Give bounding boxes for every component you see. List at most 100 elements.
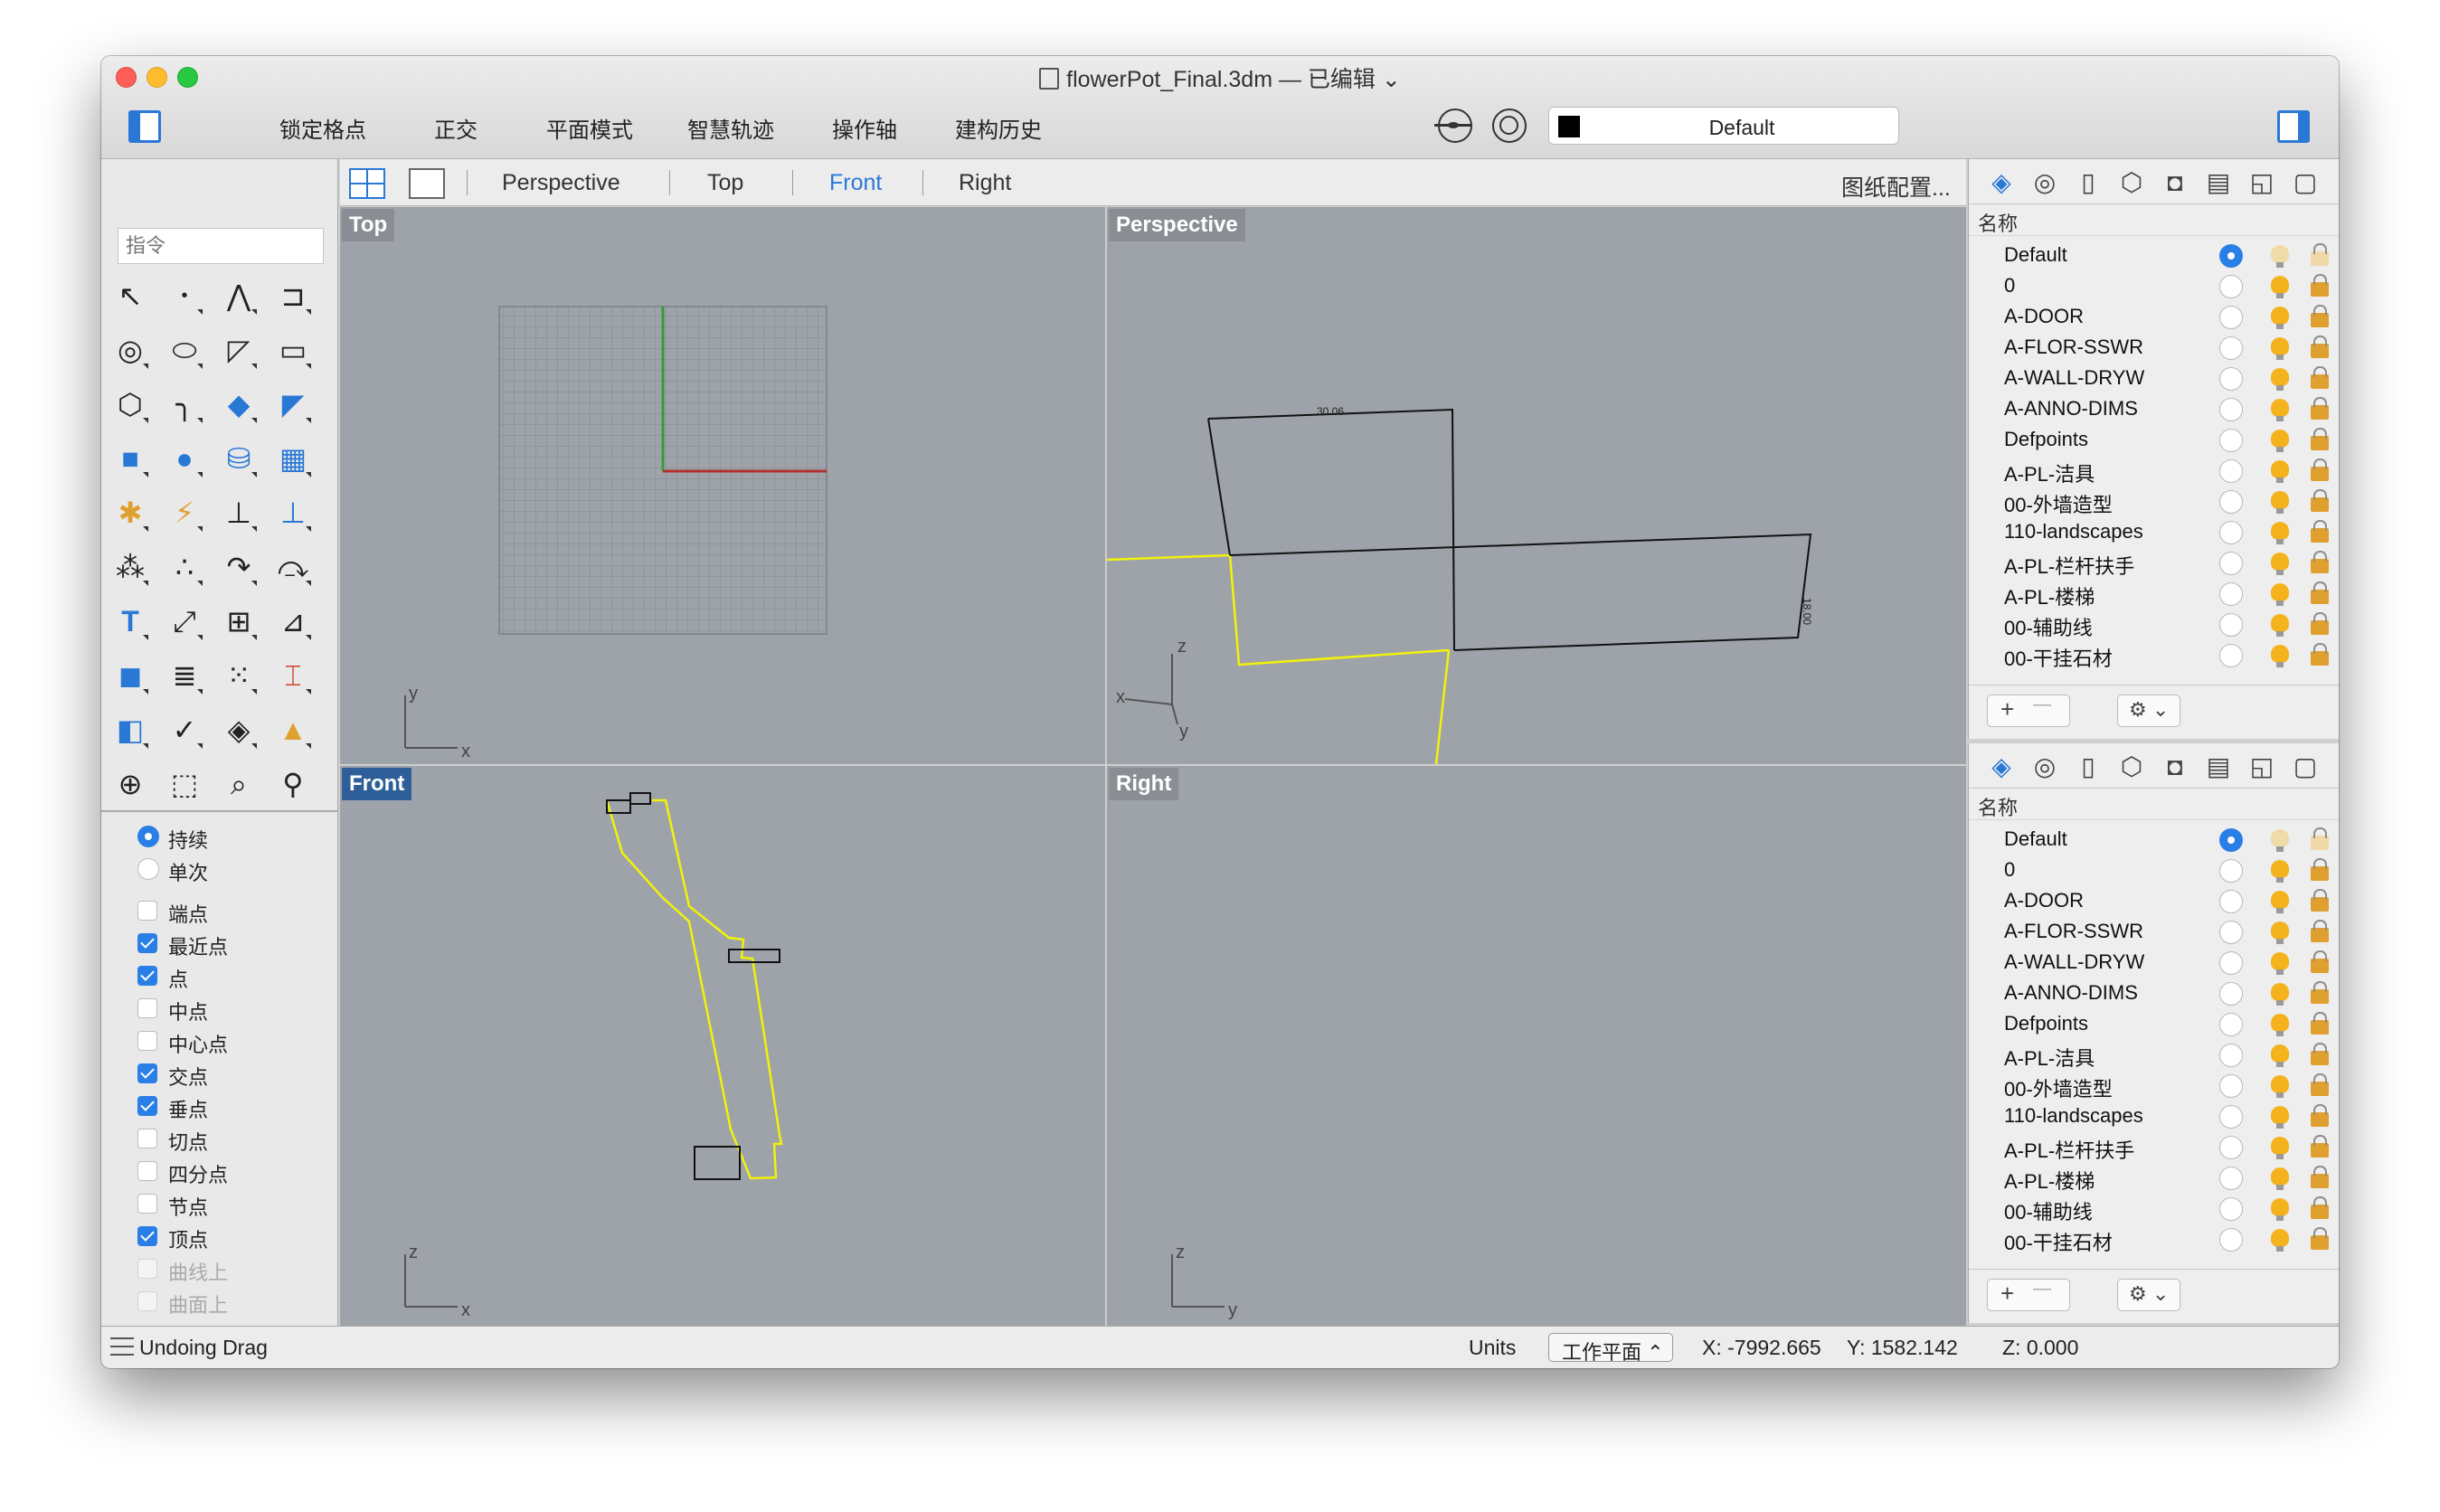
current-layer-radio[interactable]: [2219, 982, 2243, 1006]
sphere-tool-icon[interactable]: ●: [163, 438, 204, 479]
lock-icon[interactable]: [2311, 858, 2329, 881]
layer-row[interactable]: A-FLOR-SSWR: [1969, 333, 2339, 364]
visibility-bulb-icon[interactable]: [2271, 553, 2289, 575]
current-layer-radio[interactable]: [2219, 244, 2243, 268]
viewport-label-top[interactable]: Top: [342, 209, 395, 241]
tangent-checkbox[interactable]: [137, 1129, 157, 1148]
current-layer-radio[interactable]: [2219, 644, 2243, 667]
visibility-bulb-icon[interactable]: [2271, 983, 2289, 1006]
fillet-tool-icon[interactable]: ╮: [163, 383, 204, 425]
dimension-tool-icon[interactable]: ⊿: [271, 600, 313, 642]
light-tool-icon[interactable]: ▲: [271, 709, 313, 751]
intersection-checkbox[interactable]: [137, 1063, 157, 1083]
current-layer-radio[interactable]: [2219, 398, 2243, 421]
cube-icon[interactable]: ⬡: [2115, 751, 2148, 783]
remove-layer-button[interactable]: —: [2033, 1279, 2051, 1299]
explode-tool-icon[interactable]: ⚡: [163, 492, 204, 534]
visibility-bulb-icon[interactable]: [2271, 1167, 2289, 1190]
material-icon[interactable]: ▤: [2202, 751, 2235, 783]
tab-perspective[interactable]: Perspective: [502, 170, 620, 196]
visibility-bulb-icon[interactable]: [2271, 1137, 2289, 1159]
hatch-tool-icon[interactable]: ≣: [163, 655, 204, 696]
lock-icon[interactable]: [2311, 981, 2329, 1004]
layer-row[interactable]: A-WALL-DRYW: [1969, 364, 2339, 394]
visibility-bulb-icon[interactable]: [2271, 276, 2289, 298]
rotate-tool-icon[interactable]: ↷: [217, 546, 259, 588]
lamp-tool-icon[interactable]: ⌶: [271, 655, 313, 696]
current-layer-radio[interactable]: [2219, 1013, 2243, 1036]
ortho-button[interactable]: 正交: [434, 112, 478, 144]
document-icon[interactable]: ▯: [2072, 166, 2104, 199]
lock-icon[interactable]: [2311, 243, 2329, 266]
box-tool-icon[interactable]: ■: [109, 438, 150, 479]
current-layer-radio[interactable]: [2219, 336, 2243, 360]
current-layer-radio[interactable]: [2219, 1197, 2243, 1221]
tab-front[interactable]: Front: [829, 170, 882, 196]
lock-icon[interactable]: [2311, 366, 2329, 389]
once-radio[interactable]: [137, 858, 159, 880]
visibility-bulb-icon[interactable]: [2271, 491, 2289, 514]
command-input[interactable]: [118, 228, 324, 264]
current-layer-radio[interactable]: [2219, 459, 2243, 483]
current-layer-radio[interactable]: [2219, 890, 2243, 913]
current-layer-radio[interactable]: [2219, 1105, 2243, 1129]
current-layer-radio[interactable]: [2219, 582, 2243, 606]
lock-icon[interactable]: [2311, 1043, 2329, 1065]
layer-row[interactable]: A-DOOR: [1969, 302, 2339, 333]
layer-row[interactable]: A-PL-洁具: [1969, 456, 2339, 487]
lock-icon[interactable]: [2311, 1135, 2329, 1158]
zoom-extents-tool-icon[interactable]: ⊕: [109, 763, 150, 805]
quadrant-checkbox[interactable]: [137, 1161, 157, 1181]
viewport-front[interactable]: z x Front: [340, 766, 1105, 1326]
left-sidebar-toggle-icon[interactable]: [128, 110, 161, 143]
grid-array-tool-icon[interactable]: ⁙: [217, 655, 259, 696]
group-tool-icon[interactable]: ⁂: [109, 546, 150, 588]
layer-name-column-header[interactable]: 名称: [1978, 208, 2018, 237]
lock-icon[interactable]: [2311, 274, 2329, 297]
gumball-button[interactable]: 操作轴: [832, 112, 897, 144]
lock-icon[interactable]: [2311, 950, 2329, 973]
offset-tool-icon[interactable]: ⤼: [271, 546, 313, 588]
current-layer-radio[interactable]: [2219, 521, 2243, 544]
vertex-checkbox[interactable]: [137, 1226, 157, 1246]
render-tool-icon[interactable]: ◈: [217, 709, 259, 751]
layer-row[interactable]: 110-landscapes: [1969, 1101, 2339, 1132]
camera-icon[interactable]: ◘: [2159, 166, 2191, 199]
viewport-right[interactable]: z y Right: [1107, 766, 1966, 1326]
lock-icon[interactable]: [2311, 551, 2329, 573]
visibility-bulb-icon[interactable]: [2271, 860, 2289, 883]
current-layer-radio[interactable]: [2219, 367, 2243, 391]
camera-icon[interactable]: ◘: [2159, 751, 2191, 783]
layer-row[interactable]: Defpoints: [1969, 1009, 2339, 1040]
scale-tool-icon[interactable]: ⤢: [163, 600, 204, 642]
layers-icon[interactable]: ◈: [1985, 166, 2018, 199]
current-layer-radio[interactable]: [2219, 828, 2243, 852]
lock-icon[interactable]: [2311, 612, 2329, 635]
planar-button[interactable]: 平面模式: [546, 112, 633, 144]
viewport-perspective[interactable]: 30.06 18.00 z x y Perspective: [1107, 207, 1966, 764]
four-view-layout-icon[interactable]: [349, 168, 385, 199]
layer-row[interactable]: Defpoints: [1969, 425, 2339, 456]
lock-icon[interactable]: [2311, 581, 2329, 604]
current-layer-radio[interactable]: [2219, 951, 2243, 975]
lock-icon[interactable]: [2311, 920, 2329, 942]
layer-options-button[interactable]: ⚙ ⌄: [2117, 695, 2180, 727]
current-layer-radio[interactable]: [2219, 613, 2243, 637]
layer-row[interactable]: 00-干挂石材: [1969, 1224, 2339, 1255]
layer-name-column-header[interactable]: 名称: [1978, 792, 2018, 821]
layer-row[interactable]: A-PL-楼梯: [1969, 1163, 2339, 1194]
mid-checkbox[interactable]: [137, 998, 157, 1018]
current-layer-radio[interactable]: [2219, 921, 2243, 944]
layer-row[interactable]: 00-外墙造型: [1969, 1071, 2339, 1101]
trim-tool-icon[interactable]: ⊥: [217, 492, 259, 534]
viewport-label-perspective[interactable]: Perspective: [1109, 209, 1245, 241]
smarttrack-button[interactable]: 智慧轨迹: [687, 112, 774, 144]
layer-row[interactable]: A-DOOR: [1969, 886, 2339, 917]
visibility-bulb-icon[interactable]: [2271, 952, 2289, 975]
tab-right[interactable]: Right: [959, 170, 1011, 196]
zoom-tool-icon[interactable]: ⚲: [271, 763, 313, 805]
command-history-icon[interactable]: [110, 1337, 134, 1356]
visibility-bulb-icon[interactable]: [2271, 645, 2289, 667]
lock-icon[interactable]: [2311, 1073, 2329, 1096]
circle-tool-icon[interactable]: ◎: [109, 329, 150, 371]
